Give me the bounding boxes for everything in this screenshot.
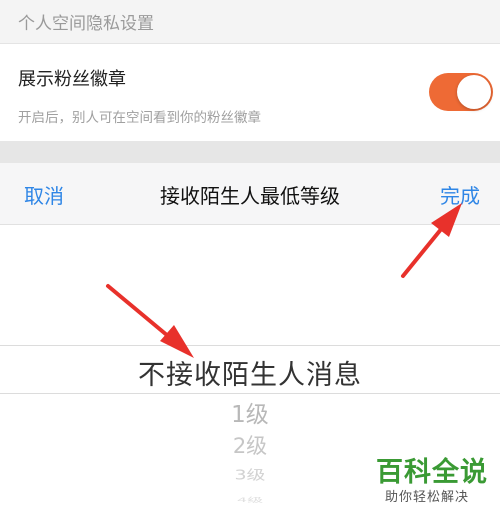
wheel-selection-line-bottom <box>0 393 500 394</box>
wheel-selection-line-top <box>0 345 500 346</box>
toggle-knob <box>457 75 491 109</box>
picker-toolbar: 取消 接收陌生人最低等级 完成 <box>0 163 500 225</box>
watermark-slogan: 助你轻松解决 <box>385 490 470 505</box>
setting-title: 展示粉丝徽章 <box>18 69 126 90</box>
picker-option-selected[interactable]: 不接收陌生人消息 <box>0 353 500 392</box>
done-button[interactable]: 完成 <box>440 180 480 209</box>
picker-title: 接收陌生人最低等级 <box>160 184 340 208</box>
section-header: 个人空间隐私设置 <box>0 0 500 44</box>
section-title: 个人空间隐私设置 <box>18 14 154 34</box>
fan-badge-toggle[interactable] <box>429 73 493 111</box>
watermark-logo: 百科全说 <box>376 457 488 488</box>
setting-row-fan-badge: 展示粉丝徽章 开启后，别人可在空间看到你的粉丝徽章 <box>0 45 500 141</box>
divider-strip <box>0 141 500 163</box>
picker-option[interactable]: 1级 <box>0 395 500 429</box>
setting-description: 开启后，别人可在空间看到你的粉丝徽章 <box>18 110 261 126</box>
